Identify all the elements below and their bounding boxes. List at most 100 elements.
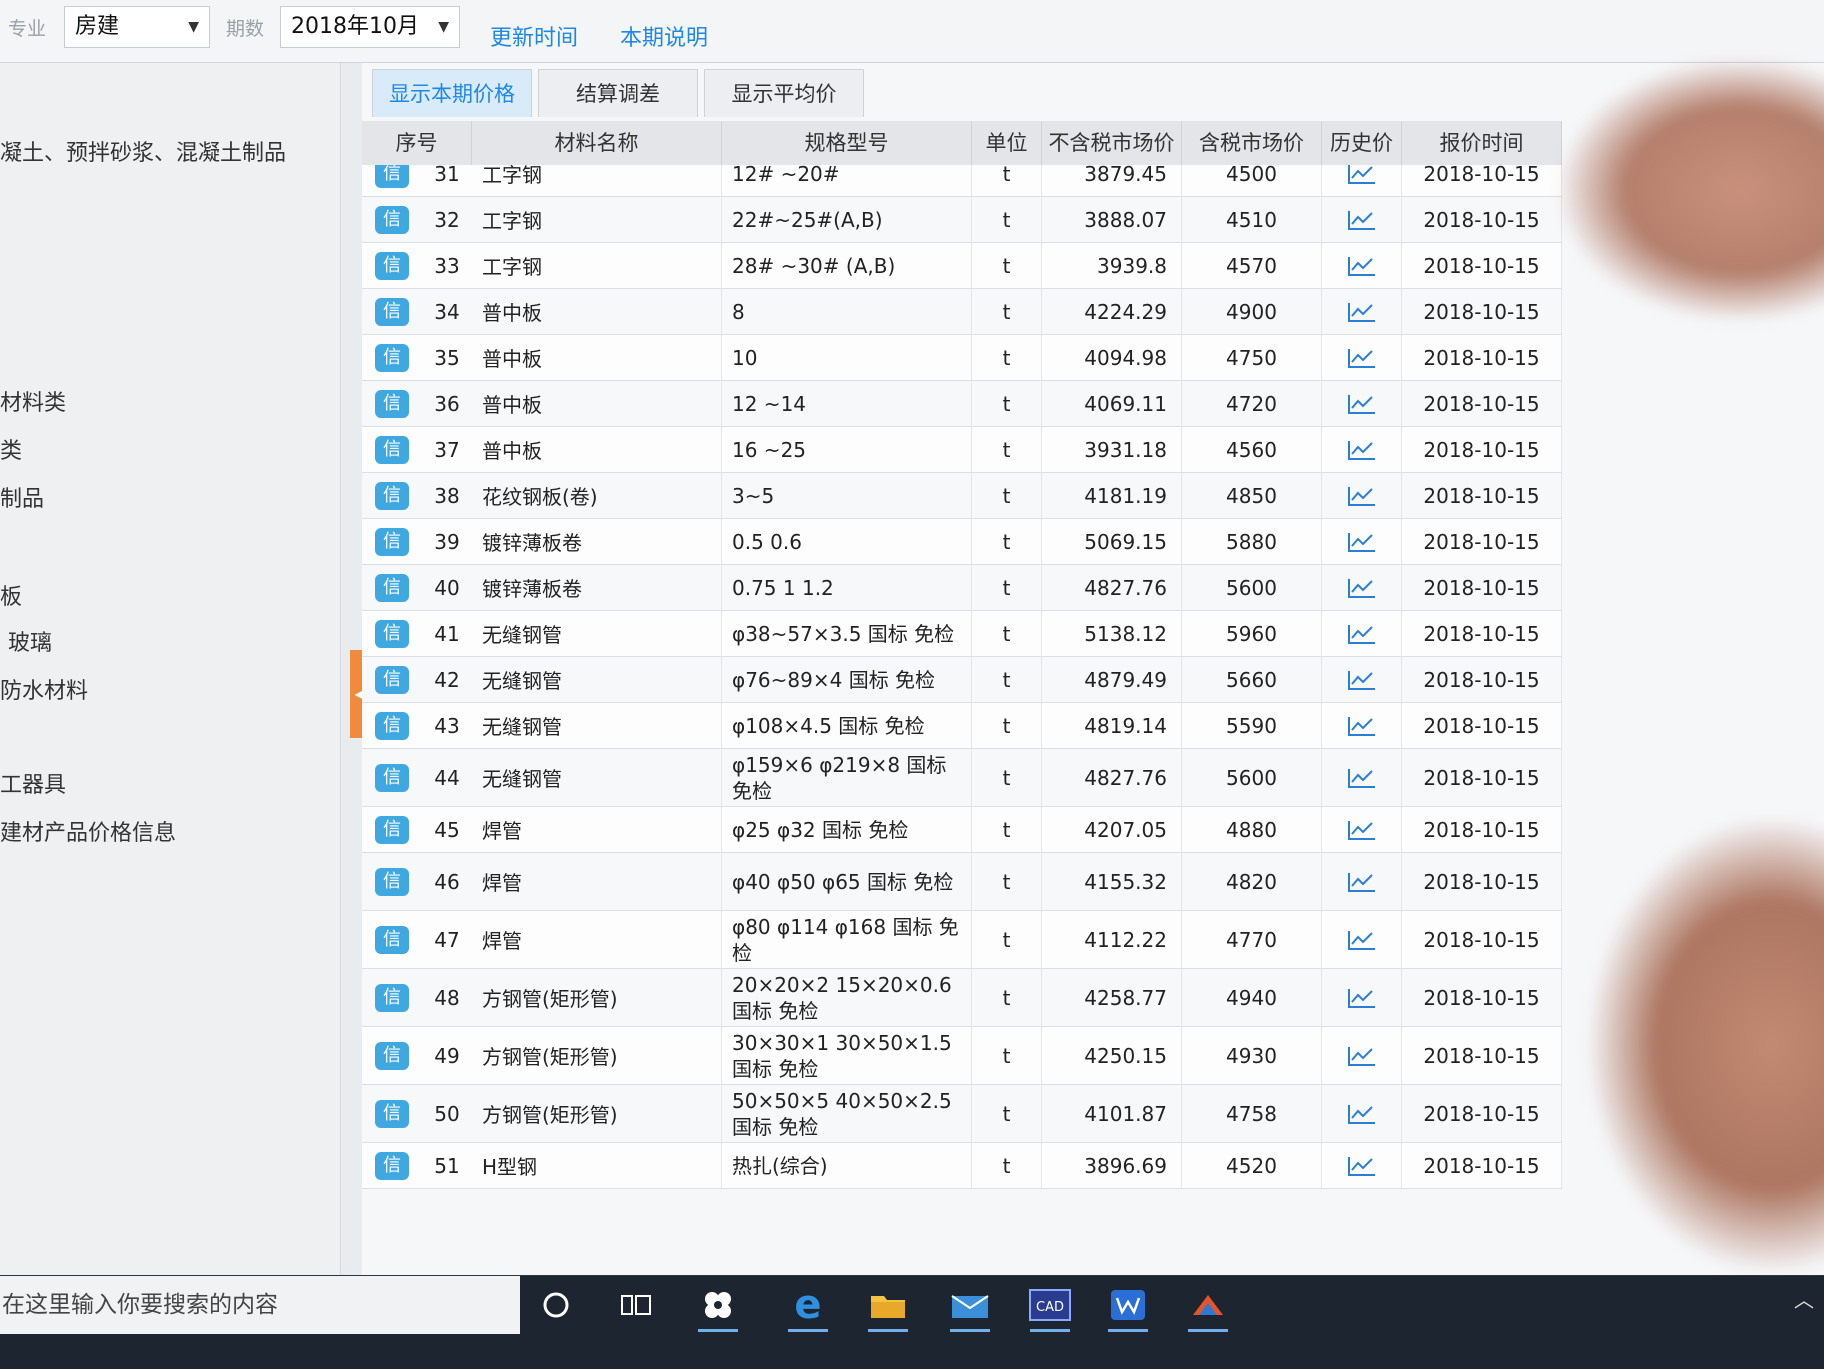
- history-chart-icon[interactable]: [1347, 1155, 1377, 1177]
- history-chart-icon[interactable]: [1347, 347, 1377, 369]
- column-header-history[interactable]: 历史价: [1322, 121, 1402, 165]
- column-header-no[interactable]: 序号: [362, 121, 472, 165]
- info-badge-button[interactable]: 信: [375, 435, 409, 464]
- column-header-quote-time[interactable]: 报价时间: [1402, 121, 1562, 165]
- wps-icon[interactable]: [1100, 1282, 1156, 1332]
- info-badge-button[interactable]: 信: [375, 573, 409, 602]
- table-row[interactable]: 信 46 焊管 φ40 φ50 φ65 国标 免检 t 4155.32 4820 2018-1…: [362, 853, 1562, 911]
- table-row[interactable]: 信 33 工字钢 28# ~30# (A,B) t 3939.8 4570 2018-10-1…: [362, 243, 1562, 289]
- tab-current-price[interactable]: 显示本期价格: [372, 69, 532, 117]
- category-item[interactable]: 制品: [0, 481, 44, 513]
- specialty-select[interactable]: 房建 ▼: [64, 6, 210, 48]
- price-in-tax-cell: 4570: [1182, 243, 1322, 288]
- taskbar-search-input[interactable]: 在这里输入你要搜索的内容: [0, 1276, 520, 1334]
- info-badge-button[interactable]: 信: [375, 815, 409, 844]
- category-item[interactable]: 工器具: [0, 767, 66, 799]
- table-row[interactable]: 信 39 镀锌薄板卷 0.5 0.6 t 5069.15 5880 2018-10-15: [362, 519, 1562, 565]
- category-item[interactable]: 建材产品价格信息: [0, 815, 176, 847]
- table-row[interactable]: 信 32 工字钢 22#~25#(A,B) t 3888.07 4510 2018-10-15: [362, 197, 1562, 243]
- history-chart-icon[interactable]: [1347, 255, 1377, 277]
- table-row[interactable]: 信 42 无缝钢管 φ76~89×4 国标 免检 t 4879.49 5660 2018-10…: [362, 657, 1562, 703]
- history-chart-icon[interactable]: [1347, 987, 1377, 1009]
- column-header-unit[interactable]: 单位: [972, 121, 1042, 165]
- info-badge-button[interactable]: 信: [375, 1099, 409, 1128]
- info-badge-button[interactable]: 信: [375, 711, 409, 740]
- column-header-name[interactable]: 材料名称: [472, 121, 722, 165]
- category-item[interactable]: 玻璃: [8, 625, 52, 657]
- table-row[interactable]: 信 37 普中板 16 ~25 t 3931.18 4560 2018-10-15: [362, 427, 1562, 473]
- cad-icon[interactable]: CAD: [1022, 1282, 1078, 1332]
- history-chart-icon[interactable]: [1347, 531, 1377, 553]
- history-chart-icon[interactable]: [1347, 1045, 1377, 1067]
- spec-model: 12 ~14: [732, 391, 807, 416]
- period-select[interactable]: 2018年10月 ▼: [280, 6, 460, 48]
- cortana-icon[interactable]: [528, 1282, 584, 1328]
- info-badge-button[interactable]: 信: [375, 251, 409, 280]
- task-view-icon[interactable]: [608, 1282, 664, 1328]
- info-badge-button[interactable]: 信: [375, 205, 409, 234]
- history-chart-icon[interactable]: [1347, 767, 1377, 789]
- table-row[interactable]: 信 50 方钢管(矩形管) 50×50×5 40×50×2.5 国标 免检 t 4101.…: [362, 1085, 1562, 1143]
- mail-icon[interactable]: [942, 1282, 998, 1332]
- table-row[interactable]: 信 41 无缝钢管 φ38~57×3.5 国标 免检 t 5138.12 5960 2018-…: [362, 611, 1562, 657]
- column-header-spec[interactable]: 规格型号: [722, 121, 972, 165]
- info-badge-button[interactable]: 信: [375, 165, 409, 188]
- history-chart-icon[interactable]: [1347, 485, 1377, 507]
- info-badge-button[interactable]: 信: [375, 925, 409, 954]
- table-row[interactable]: 信 48 方钢管(矩形管) 20×20×2 15×20×0.6 国标 免检 t 4258.…: [362, 969, 1562, 1027]
- history-chart-icon[interactable]: [1347, 623, 1377, 645]
- table-row[interactable]: 信 44 无缝钢管 φ159×6 φ219×8 国标 免检 t 4827.76 5600 20…: [362, 749, 1562, 807]
- info-badge-button[interactable]: 信: [375, 481, 409, 510]
- category-item[interactable]: 板: [0, 579, 22, 611]
- update-time-link[interactable]: 更新时间: [490, 20, 578, 52]
- category-item[interactable]: 类: [0, 433, 22, 465]
- table-row[interactable]: 信 34 普中板 8 t 4224.29 4900 2018-10-15: [362, 289, 1562, 335]
- history-chart-icon[interactable]: [1347, 929, 1377, 951]
- period-note-link[interactable]: 本期说明: [620, 20, 708, 52]
- history-chart-icon[interactable]: [1347, 165, 1377, 185]
- table-row[interactable]: 信 47 焊管 φ80 φ114 φ168 国标 免检 t 4112.22 4770 2018…: [362, 911, 1562, 969]
- info-badge-button[interactable]: 信: [375, 527, 409, 556]
- history-chart-icon[interactable]: [1347, 1103, 1377, 1125]
- history-chart-icon[interactable]: [1347, 393, 1377, 415]
- category-item[interactable]: 凝土、预拌砂浆、混凝土制品: [0, 135, 286, 167]
- history-chart-icon[interactable]: [1347, 209, 1377, 231]
- info-badge-button[interactable]: 信: [375, 665, 409, 694]
- column-header-price-in-tax[interactable]: 含税市场价: [1182, 121, 1322, 165]
- table-row[interactable]: 信 45 焊管 φ25 φ32 国标 免检 t 4207.05 4880 2018-10-15: [362, 807, 1562, 853]
- info-badge-button[interactable]: 信: [375, 1041, 409, 1070]
- table-row[interactable]: 信 36 普中板 12 ~14 t 4069.11 4720 2018-10-15: [362, 381, 1562, 427]
- history-chart-icon[interactable]: [1347, 577, 1377, 599]
- tab-settlement-adjust[interactable]: 结算调差: [538, 69, 698, 117]
- info-badge-button[interactable]: 信: [375, 1151, 409, 1180]
- info-badge-button[interactable]: 信: [375, 389, 409, 418]
- info-badge-button[interactable]: 信: [375, 297, 409, 326]
- table-row[interactable]: 信 49 方钢管(矩形管) 30×30×1 30×50×1.5 国标 免检 t 4250.…: [362, 1027, 1562, 1085]
- info-badge-button[interactable]: 信: [375, 343, 409, 372]
- column-header-price-ex-tax[interactable]: 不含税市场价: [1042, 121, 1182, 165]
- category-item[interactable]: 材料类: [0, 385, 66, 417]
- history-chart-icon[interactable]: [1347, 871, 1377, 893]
- pinwheel-app-icon[interactable]: [690, 1282, 746, 1332]
- table-row[interactable]: 信 31 工字钢 12# ~20# t 3879.45 4500 2018-10-15: [362, 165, 1562, 197]
- file-explorer-icon[interactable]: [860, 1282, 916, 1332]
- table-row[interactable]: 信 38 花纹钢板(卷) 3~5 t 4181.19 4850 2018-10-15: [362, 473, 1562, 519]
- table-row[interactable]: 信 51 H型钢 热扎(综合) t 3896.69 4520 2018-10-15: [362, 1143, 1562, 1189]
- history-chart-icon[interactable]: [1347, 439, 1377, 461]
- history-chart-icon[interactable]: [1347, 301, 1377, 323]
- info-badge-button[interactable]: 信: [375, 619, 409, 648]
- history-chart-icon[interactable]: [1347, 669, 1377, 691]
- table-row[interactable]: 信 35 普中板 10 t 4094.98 4750 2018-10-15: [362, 335, 1562, 381]
- tab-average-price[interactable]: 显示平均价: [704, 69, 864, 117]
- edge-icon[interactable]: e: [780, 1282, 836, 1332]
- info-badge-button[interactable]: 信: [375, 763, 409, 792]
- chevron-up-icon[interactable]: ︿: [1794, 1284, 1814, 1313]
- table-row[interactable]: 信 43 无缝钢管 φ108×4.5 国标 免检 t 4819.14 5590 2018-10…: [362, 703, 1562, 749]
- cloud-app-icon[interactable]: [1180, 1282, 1236, 1332]
- history-chart-icon[interactable]: [1347, 715, 1377, 737]
- table-row[interactable]: 信 40 镀锌薄板卷 0.75 1 1.2 t 4827.76 5600 2018-10-15: [362, 565, 1562, 611]
- history-chart-icon[interactable]: [1347, 819, 1377, 841]
- info-badge-button[interactable]: 信: [375, 867, 409, 896]
- info-badge-button[interactable]: 信: [375, 983, 409, 1012]
- category-item[interactable]: 防水材料: [0, 673, 88, 705]
